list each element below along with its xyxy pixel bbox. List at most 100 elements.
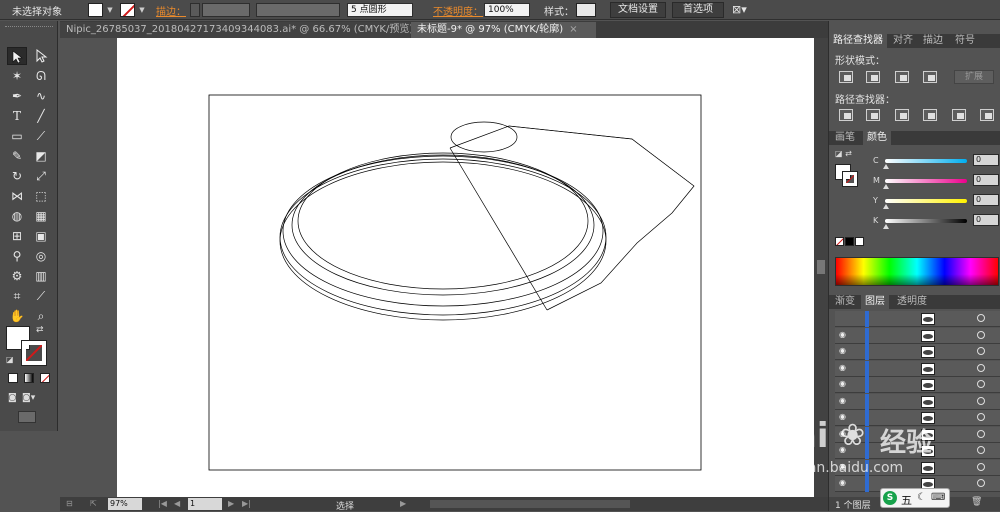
- layer-row[interactable]: ◉: [835, 410, 1000, 426]
- channel-k-slider[interactable]: [885, 219, 967, 223]
- target-circle-icon[interactable]: [977, 413, 985, 421]
- fill-dropdown-icon[interactable]: ▼: [106, 5, 114, 15]
- mesh-tool-icon[interactable]: ⊞: [7, 227, 27, 245]
- trim-icon[interactable]: [866, 109, 880, 121]
- stroke-dropdown-icon[interactable]: ▼: [138, 5, 146, 15]
- unite-icon[interactable]: [839, 71, 853, 83]
- channel-m-field[interactable]: 0: [973, 174, 999, 186]
- target-circle-icon[interactable]: [977, 429, 985, 438]
- visibility-eye-icon[interactable]: ◉: [839, 380, 849, 388]
- tab-gradient[interactable]: 渐变: [831, 295, 859, 309]
- layer-row[interactable]: ◉: [835, 327, 1000, 344]
- channel-c-field[interactable]: 0: [973, 154, 999, 166]
- stroke-weight-field[interactable]: [202, 3, 250, 17]
- layer-row[interactable]: ◉: [835, 459, 1000, 476]
- blend-tool-icon[interactable]: ◎: [31, 247, 51, 265]
- zoom-field[interactable]: 97%: [108, 498, 142, 510]
- canvas-area[interactable]: [60, 38, 828, 497]
- artboard-number-field[interactable]: 1: [188, 498, 222, 510]
- opacity-field[interactable]: 100%: [484, 3, 530, 17]
- selection-tool-icon[interactable]: [7, 47, 27, 65]
- status-menu-icon[interactable]: ▶: [400, 498, 406, 510]
- panel-grip[interactable]: [5, 26, 53, 28]
- eraser-tool-icon[interactable]: ◩: [31, 147, 51, 165]
- layer-row[interactable]: ◉: [835, 443, 1000, 459]
- target-circle-icon[interactable]: [977, 479, 985, 487]
- last-artboard-icon[interactable]: ▶|: [242, 498, 251, 510]
- draw-normal-icon[interactable]: ◙: [8, 393, 17, 403]
- lasso-tool-icon[interactable]: ᘏ: [31, 67, 51, 85]
- target-circle-icon[interactable]: [977, 380, 985, 388]
- channel-c-knob[interactable]: [883, 164, 889, 169]
- document-settings-button[interactable]: 文档设置: [610, 2, 666, 18]
- layer-row[interactable]: ◉: [835, 393, 1000, 410]
- eyedropper-tool-icon[interactable]: ⚲: [7, 247, 27, 265]
- ime-toolbar[interactable]: S 五 ☾ ⌨: [880, 488, 950, 508]
- tab-close-icon[interactable]: ×: [569, 24, 577, 35]
- layer-row[interactable]: ◉: [835, 426, 1000, 443]
- artboard[interactable]: [117, 38, 817, 497]
- direct-selection-tool-icon[interactable]: [31, 47, 51, 65]
- style-swatch[interactable]: [576, 3, 596, 17]
- scale-tool-icon[interactable]: ⤢: [31, 167, 51, 185]
- target-circle-icon[interactable]: [977, 462, 985, 471]
- width-tool-icon[interactable]: ⋈: [7, 187, 27, 205]
- arrange-documents-icon[interactable]: ⊠▾: [732, 3, 747, 16]
- gradient-tool-icon[interactable]: ▣: [31, 227, 51, 245]
- shape-builder-tool-icon[interactable]: ◍: [7, 207, 27, 225]
- color-spectrum[interactable]: [835, 257, 999, 286]
- target-circle-icon[interactable]: [977, 446, 985, 454]
- target-circle-icon[interactable]: [977, 347, 985, 355]
- previous-artboard-icon[interactable]: ◀: [174, 498, 180, 510]
- target-circle-icon[interactable]: [977, 330, 985, 339]
- delete-layer-icon[interactable]: 🗑: [971, 497, 982, 507]
- channel-m-knob[interactable]: [883, 184, 889, 189]
- column-graph-tool-icon[interactable]: ▥: [31, 267, 51, 285]
- tab-color[interactable]: 颜色: [863, 131, 891, 145]
- default-fill-stroke-icon[interactable]: ◪: [6, 355, 14, 364]
- visibility-eye-icon[interactable]: ◉: [839, 413, 849, 421]
- layer-row[interactable]: [835, 311, 1000, 327]
- tab-stroke[interactable]: 描边: [919, 34, 947, 48]
- tab-untitled-9[interactable]: 未标题-9* @ 97% (CMYK/轮廓) ×: [411, 22, 596, 38]
- visibility-eye-icon[interactable]: ◉: [839, 429, 849, 438]
- layer-row[interactable]: ◉: [835, 360, 1000, 377]
- exclude-icon[interactable]: [923, 71, 937, 83]
- tab-layers[interactable]: 图层: [861, 295, 889, 309]
- channel-k-knob[interactable]: [883, 224, 889, 229]
- merge-icon[interactable]: [895, 109, 909, 121]
- stroke-color-box[interactable]: [21, 340, 47, 366]
- visibility-eye-icon[interactable]: ◉: [839, 446, 849, 454]
- stroke-weight-stepper[interactable]: [190, 3, 200, 17]
- horizontal-scrollbar[interactable]: [430, 500, 630, 508]
- tab-nipic-document[interactable]: Nipic_26785037_20180427173409344083.ai* …: [60, 22, 428, 38]
- next-artboard-icon[interactable]: ▶: [228, 498, 234, 510]
- perspective-grid-tool-icon[interactable]: ▦: [31, 207, 51, 225]
- stroke-swatch[interactable]: [120, 3, 135, 17]
- color-mode-icon[interactable]: [8, 373, 18, 383]
- minus-back-icon[interactable]: [980, 109, 994, 121]
- magic-wand-tool-icon[interactable]: ✶: [7, 67, 27, 85]
- black-swatch[interactable]: [845, 237, 854, 246]
- target-circle-icon[interactable]: [977, 363, 985, 372]
- channel-m-slider[interactable]: [885, 179, 967, 183]
- opacity-label[interactable]: 不透明度：: [433, 3, 483, 18]
- channel-y-field[interactable]: 0: [973, 194, 999, 206]
- status-icon-1[interactable]: ⊟: [66, 498, 73, 510]
- rectangle-tool-icon[interactable]: ▭: [7, 127, 27, 145]
- swap-fill-stroke-icon[interactable]: ⇄: [36, 325, 44, 335]
- channel-c-slider[interactable]: [885, 159, 967, 163]
- divide-icon[interactable]: [839, 109, 853, 121]
- visibility-eye-icon[interactable]: ◉: [839, 462, 849, 471]
- none-swatch[interactable]: [835, 237, 844, 246]
- channel-y-slider[interactable]: [885, 199, 967, 203]
- gradient-mode-icon[interactable]: [24, 373, 34, 383]
- white-swatch[interactable]: [855, 237, 864, 246]
- layer-row[interactable]: ◉: [835, 377, 1000, 393]
- preferences-button[interactable]: 首选项: [672, 2, 724, 18]
- visibility-eye-icon[interactable]: ◉: [839, 330, 849, 339]
- visibility-eye-icon[interactable]: ◉: [839, 363, 849, 372]
- ime-moon-icon[interactable]: ☾: [917, 492, 926, 503]
- tab-transparency[interactable]: 透明度: [893, 295, 931, 309]
- status-icon-2[interactable]: ⇱: [90, 498, 97, 510]
